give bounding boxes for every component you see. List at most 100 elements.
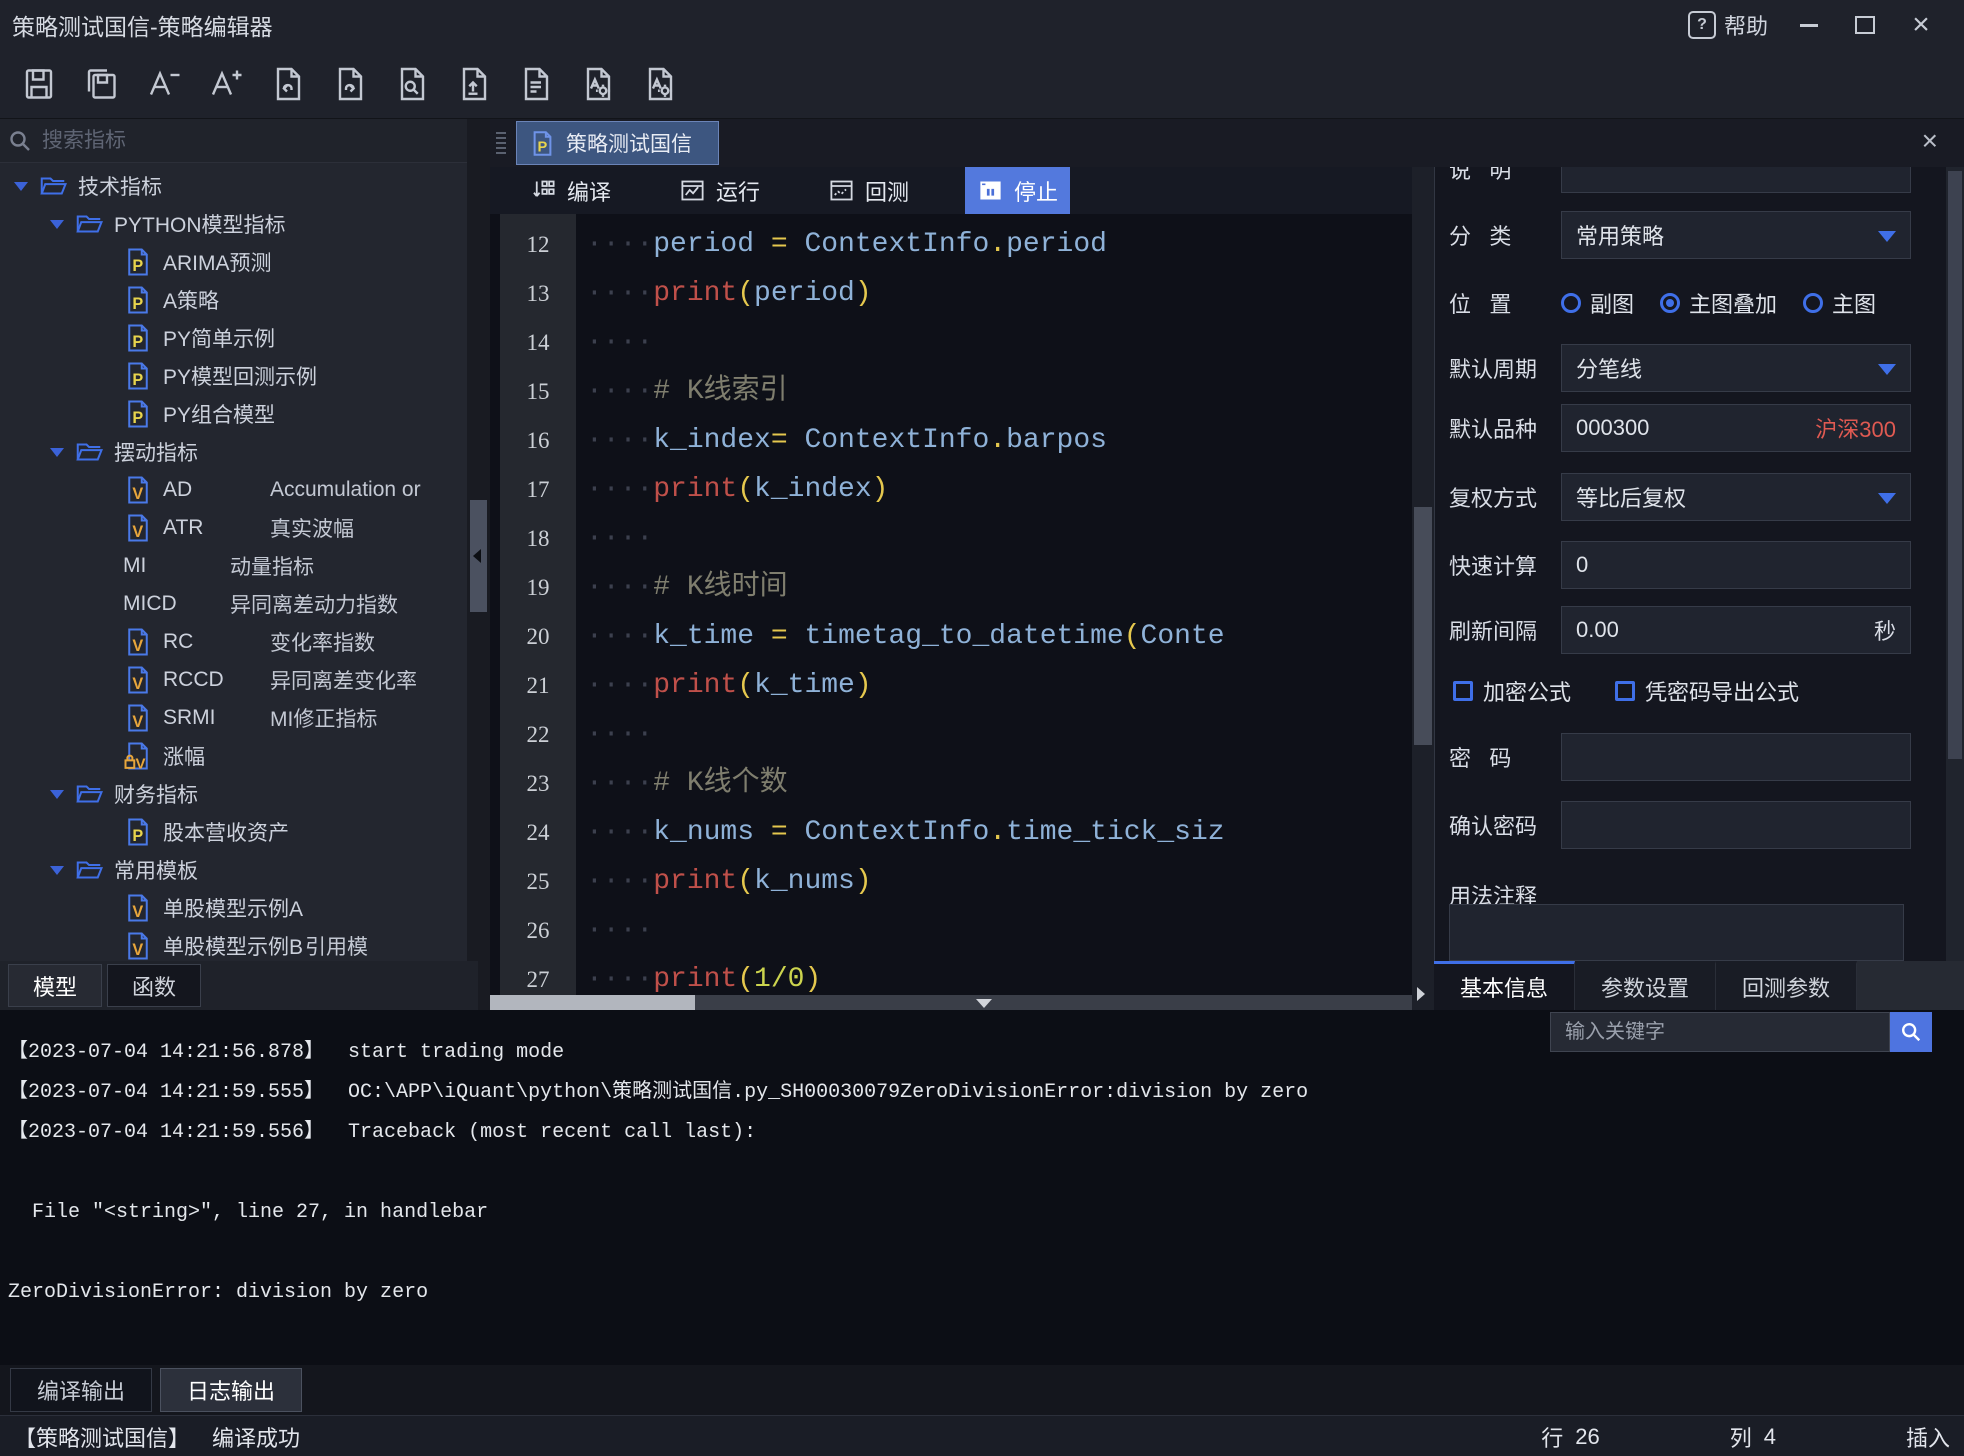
usage-note-textarea[interactable] <box>1449 904 1904 961</box>
tree-item[interactable]: VRC变化率指数 <box>0 623 467 661</box>
close-editor-icon[interactable]: × <box>1922 125 1938 157</box>
tab-基本信息[interactable]: 基本信息 <box>1434 961 1575 1010</box>
compile-icon <box>530 177 557 204</box>
redo-button[interactable] <box>326 61 372 107</box>
tree-item[interactable]: MI动量指标 <box>0 547 467 585</box>
code-text[interactable]: ····# K线个数 <box>576 759 1412 808</box>
code-text[interactable]: ····print(1/0) <box>576 955 1412 995</box>
description-input[interactable] <box>1562 167 1910 192</box>
close-button[interactable]: × <box>1906 10 1936 40</box>
adjust-mode-select[interactable]: 等比后复权 <box>1561 473 1911 521</box>
radio-option[interactable]: 副图 <box>1561 287 1634 319</box>
compile-button[interactable]: 编译 <box>518 167 623 214</box>
code-text[interactable]: ····print(k_time) <box>576 661 1412 710</box>
undo-button[interactable] <box>264 61 310 107</box>
maximize-button[interactable] <box>1850 10 1880 40</box>
search-indicator-input[interactable] <box>40 128 467 154</box>
quick-calc-input[interactable] <box>1562 542 1910 588</box>
code-text[interactable]: ····k_nums = ContextInfo.time_tick_siz <box>576 808 1412 857</box>
tree-item[interactable]: 财务指标 <box>0 775 467 813</box>
panel-scrollbar-handle[interactable] <box>1948 171 1962 759</box>
tab-参数设置[interactable]: 参数设置 <box>1575 961 1716 1010</box>
expander-icon[interactable] <box>50 220 64 229</box>
default-symbol-row: 默认品种 沪深300 <box>1435 404 1929 452</box>
minimize-button[interactable] <box>1794 10 1824 40</box>
file-gear-button[interactable] <box>574 61 620 107</box>
tab-函数[interactable]: 函数 <box>107 964 201 1007</box>
tree-item[interactable]: 摆动指标 <box>0 433 467 471</box>
tab-日志输出[interactable]: 日志输出 <box>160 1368 302 1412</box>
tree-item[interactable]: MICD异同离差动力指数 <box>0 585 467 623</box>
tree-item[interactable]: VATR真实波幅 <box>0 509 467 547</box>
run-button[interactable]: 运行 <box>667 167 772 214</box>
code-text[interactable]: ····# K线索引 <box>576 367 1412 416</box>
save-button[interactable] <box>16 61 62 107</box>
font-decrease-button[interactable] <box>140 61 186 107</box>
tree-item[interactable]: PYTHON模型指标 <box>0 205 467 243</box>
file-lines-button[interactable] <box>512 61 558 107</box>
collapse-sidebar-icon[interactable] <box>473 549 481 563</box>
tab-strategy-file[interactable]: P 策略测试国信 <box>516 121 719 165</box>
code-text[interactable]: ····k_time = timetag_to_datetime(Conte <box>576 612 1412 661</box>
checkbox-option[interactable]: 凭密码导出公式 <box>1615 675 1799 707</box>
tree-item[interactable]: 常用模板 <box>0 851 467 889</box>
expander-icon[interactable] <box>50 790 64 799</box>
tab-模型[interactable]: 模型 <box>8 964 102 1007</box>
tree-item[interactable]: V涨幅 <box>0 737 467 775</box>
tree-item[interactable]: PPY模型回测示例 <box>0 357 467 395</box>
expander-icon[interactable] <box>50 448 64 457</box>
tree-item[interactable]: VSRMIMI修正指标 <box>0 699 467 737</box>
code-editor[interactable]: 12····period = ContextInfo.period13····p… <box>490 214 1412 995</box>
splitter-right-icon[interactable] <box>1417 987 1425 1001</box>
help-button[interactable]: ? 帮助 <box>1688 9 1768 41</box>
checkbox-option[interactable]: 加密公式 <box>1453 675 1571 707</box>
panel-scrollbar[interactable] <box>1946 167 1964 961</box>
code-text[interactable]: ····print(k_index) <box>576 465 1412 514</box>
code-text[interactable]: ····print(k_nums) <box>576 857 1412 906</box>
tree-item[interactable]: PPY简单示例 <box>0 319 467 357</box>
code-text[interactable]: ····k_index= ContextInfo.barpos <box>576 416 1412 465</box>
tab-回测参数[interactable]: 回测参数 <box>1716 961 1857 1010</box>
tree-item[interactable]: V单股模型示例A <box>0 889 467 927</box>
tree-item[interactable]: VADAccumulation or <box>0 471 467 509</box>
tree-item-desc: 动量指标 <box>230 551 314 581</box>
code-text[interactable]: ····print(period) <box>576 269 1412 318</box>
stop-button[interactable]: 停止 <box>965 167 1070 214</box>
code-text[interactable]: ···· <box>576 318 1412 367</box>
code-text[interactable]: ····# K线时间 <box>576 563 1412 612</box>
tab-编译输出[interactable]: 编译输出 <box>10 1368 152 1412</box>
export-file-button[interactable] <box>450 61 496 107</box>
vscrollbar-handle[interactable] <box>1414 507 1432 745</box>
expander-icon[interactable] <box>14 182 28 191</box>
code-text[interactable]: ···· <box>576 514 1412 563</box>
confirm-password-input[interactable] <box>1562 802 1910 848</box>
password-label: 密 码 <box>1435 741 1561 773</box>
editor-vscrollbar[interactable] <box>1412 167 1434 1012</box>
splitter-down-icon[interactable] <box>976 999 992 1008</box>
tree-item[interactable]: P股本营收资产 <box>0 813 467 851</box>
tree-item[interactable]: PA策略 <box>0 281 467 319</box>
tree-item[interactable]: 技术指标 <box>0 167 467 205</box>
code-text[interactable]: ····period = ContextInfo.period <box>576 220 1412 269</box>
drag-grip-icon[interactable] <box>496 126 510 160</box>
save-all-button[interactable] <box>78 61 124 107</box>
file-gear-2-button[interactable] <box>636 61 682 107</box>
find-in-file-button[interactable] <box>388 61 434 107</box>
sidebar-scrollbar[interactable] <box>467 119 490 1010</box>
code-text[interactable]: ···· <box>576 710 1412 759</box>
expander-icon[interactable] <box>50 866 64 875</box>
tree-item[interactable]: VRCCD异同离差变化率 <box>0 661 467 699</box>
refresh-interval-input[interactable] <box>1562 607 1910 653</box>
code-text[interactable]: ···· <box>576 906 1412 955</box>
font-increase-button[interactable] <box>202 61 248 107</box>
tree-item[interactable]: PPY组合模型 <box>0 395 467 433</box>
tree-item[interactable]: PARIMA预测 <box>0 243 467 281</box>
radio-option[interactable]: 主图 <box>1803 287 1876 319</box>
radio-option[interactable]: 主图叠加 <box>1660 287 1777 319</box>
password-input[interactable] <box>1562 734 1910 780</box>
category-select[interactable]: 常用策略 <box>1561 211 1911 259</box>
default-period-select[interactable]: 分笔线 <box>1561 344 1911 392</box>
tree-item[interactable]: V单股模型示例B引用模 <box>0 927 467 961</box>
backtest-button[interactable]: 回测 <box>816 167 921 214</box>
svg-text:V: V <box>132 713 143 731</box>
